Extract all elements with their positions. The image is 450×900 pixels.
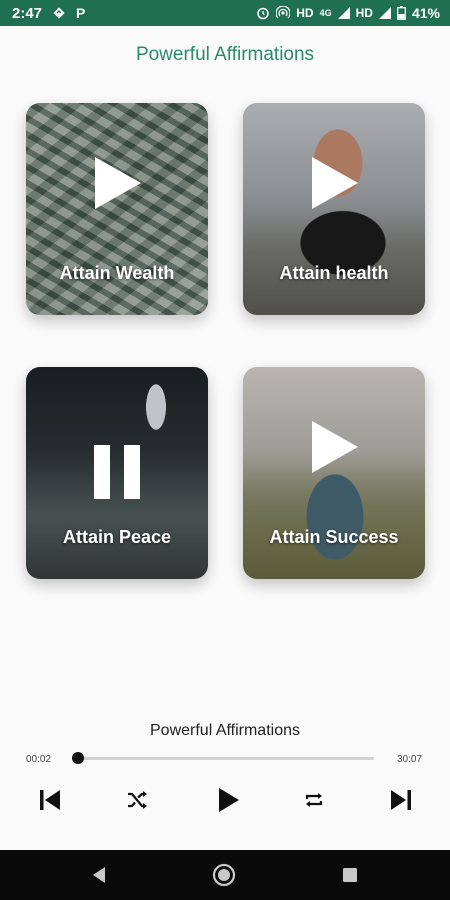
parking-p-icon: P bbox=[76, 5, 86, 21]
home-icon bbox=[212, 863, 236, 887]
system-nav-bar bbox=[0, 850, 450, 900]
skip-next-icon bbox=[391, 790, 411, 810]
card-attain-health[interactable]: Attain health bbox=[243, 103, 425, 315]
shuffle-icon bbox=[128, 791, 147, 809]
navigation-diamond-icon bbox=[52, 6, 66, 20]
total-time: 30:07 bbox=[397, 754, 423, 765]
recents-icon bbox=[343, 868, 357, 882]
status-right: HD 4G HD 41% bbox=[256, 5, 440, 21]
play-button[interactable] bbox=[211, 783, 245, 817]
status-time: 2:47 bbox=[12, 4, 43, 22]
battery-percent: 41% bbox=[411, 5, 440, 21]
elapsed-time: 00:02 bbox=[26, 754, 52, 765]
back-button[interactable] bbox=[87, 863, 111, 887]
repeat-icon bbox=[305, 793, 323, 807]
skip-next-button[interactable] bbox=[384, 783, 418, 817]
seek-thumb[interactable] bbox=[72, 752, 85, 764]
card-label: Attain Wealth bbox=[59, 263, 175, 283]
hd-label-2: HD bbox=[355, 6, 373, 20]
hotspot-icon bbox=[276, 6, 291, 20]
pause-icon[interactable] bbox=[94, 445, 140, 499]
play-icon[interactable] bbox=[89, 153, 145, 213]
battery-icon bbox=[397, 6, 406, 20]
play-icon[interactable] bbox=[306, 153, 362, 213]
back-icon bbox=[93, 867, 105, 883]
status-left: 2:47 P bbox=[12, 5, 85, 22]
network-label: 4G bbox=[319, 8, 332, 18]
page-title: Powerful Affirmations bbox=[135, 44, 315, 65]
4g-signal-icon bbox=[337, 7, 350, 19]
card-attain-peace[interactable]: Attain Peace bbox=[26, 367, 208, 579]
hd-label: HD bbox=[296, 6, 314, 20]
skip-previous-icon bbox=[40, 790, 60, 810]
status-bar: 2:47 P HD 4G HD 41% bbox=[0, 0, 450, 26]
card-label: Attain health bbox=[279, 263, 389, 283]
home-button[interactable] bbox=[212, 863, 236, 887]
card-attain-wealth[interactable]: Attain Wealth bbox=[26, 103, 208, 315]
skip-previous-button[interactable] bbox=[33, 783, 67, 817]
player-track-title: Powerful Affirmations bbox=[150, 722, 300, 739]
card-label: Attain Success bbox=[269, 527, 399, 547]
play-icon[interactable] bbox=[306, 417, 362, 477]
card-label: Attain Peace bbox=[62, 527, 172, 547]
card-attain-success[interactable]: Attain Success bbox=[243, 367, 425, 579]
signal-icon bbox=[378, 7, 391, 19]
seek-bar[interactable] bbox=[78, 757, 374, 760]
alarm-icon bbox=[256, 6, 270, 20]
shuffle-button[interactable] bbox=[120, 783, 154, 817]
repeat-button[interactable] bbox=[297, 783, 331, 817]
play-icon bbox=[219, 788, 239, 812]
recents-button[interactable] bbox=[338, 863, 362, 887]
